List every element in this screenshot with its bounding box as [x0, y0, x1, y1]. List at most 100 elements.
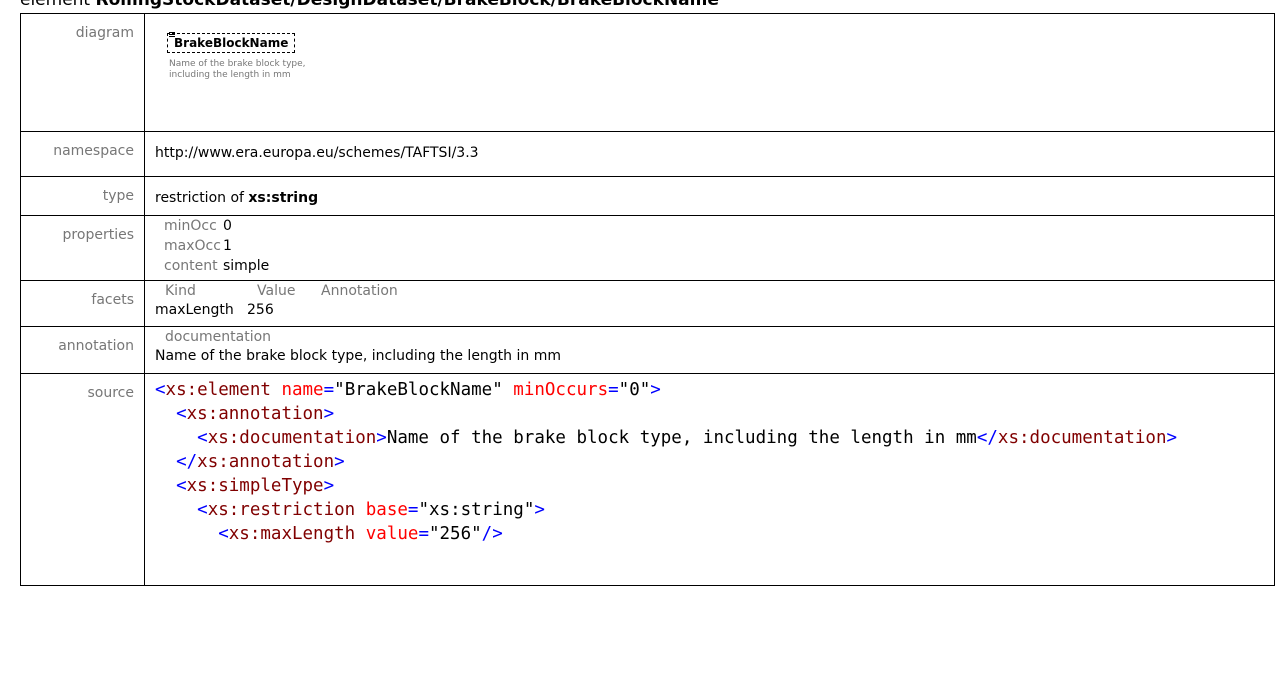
source-token: < [176, 476, 187, 496]
source-line: <xs:simpleType> [155, 476, 334, 496]
source-token: xs:annotation [186, 404, 324, 424]
source-token: < [176, 404, 187, 424]
source-token: xs:documentation [997, 428, 1167, 448]
facet-value: 256 [247, 302, 274, 318]
source-token [155, 476, 176, 496]
source-token: xs:documentation [207, 428, 377, 448]
source-code: <xs:element name="BrakeBlockName" minOcc… [155, 374, 1274, 546]
diagram-cell: BrakeBlockName Name of the brake block t… [144, 13, 1275, 132]
source-token: base [365, 500, 408, 520]
annotation-label: annotation [20, 326, 145, 374]
source-token [355, 524, 366, 544]
source-token [155, 404, 176, 424]
source-token: > [376, 428, 387, 448]
heading-path: RollingStockDataset/DesignDataset/BrakeB… [95, 0, 719, 10]
source-line: <xs:documentation>Name of the brake bloc… [155, 428, 1177, 448]
source-token: > [323, 404, 335, 424]
annotation-doc-label: documentation [165, 329, 272, 345]
property-item: content simple [155, 256, 1274, 276]
source-token: > [650, 380, 661, 400]
facet-row: maxLength 256 [155, 301, 1274, 320]
type-prefix: restriction of [155, 190, 244, 206]
source-token: minOccurs [513, 380, 609, 400]
property-key: maxOcc [164, 238, 221, 254]
page-heading: element RollingStockDataset/DesignDatase… [20, 0, 719, 11]
facets-header-value: Value [257, 283, 296, 299]
source-token: Name of the brake block type, including … [386, 428, 977, 448]
source-token: = [323, 380, 335, 400]
element-doc-icon [169, 32, 175, 40]
source-token: = [407, 500, 419, 520]
property-item: maxOcc 1 [155, 236, 1274, 256]
type-value: restriction of xs:string [155, 177, 1274, 208]
source-token: </ [976, 428, 998, 448]
namespace-row: namespace http://www.era.europa.eu/schem… [20, 131, 1275, 177]
source-line: <xs:annotation> [155, 404, 334, 424]
facets-label: facets [20, 280, 145, 327]
source-token: xs:annotation [197, 452, 335, 472]
namespace-label: namespace [20, 131, 145, 177]
annotation-cell: documentation Name of the brake block ty… [144, 326, 1275, 374]
properties-label: properties [20, 215, 145, 281]
source-token [503, 380, 514, 400]
source-token: < [197, 500, 208, 520]
type-base[interactable]: xs:string [248, 190, 318, 206]
diagram-label: diagram [20, 13, 145, 132]
property-key: minOcc [164, 218, 217, 234]
source-token: > [334, 452, 345, 472]
source-token: "xs:string" [418, 500, 535, 520]
type-row: type restriction of xs:string [20, 176, 1275, 216]
facets-row: facets Kind Value Annotation maxLength 256 [20, 280, 1275, 327]
source-line: <xs:restriction base="xs:string"> [155, 500, 545, 520]
source-token [155, 428, 197, 448]
source-token: > [534, 500, 545, 520]
source-line: </xs:annotation> [155, 452, 345, 472]
source-token: value [365, 524, 419, 544]
source-token: </ [176, 452, 198, 472]
source-line: <xs:maxLength value="256"/> [155, 524, 503, 544]
property-item: minOcc 0 [155, 216, 1274, 236]
source-token: name [281, 380, 324, 400]
source-token: xs:simpleType [186, 476, 324, 496]
annotation-doc-text: Name of the brake block type, including … [155, 348, 561, 364]
source-token [355, 500, 366, 520]
diagram-row: diagram BrakeBlockName Name of the brake… [20, 13, 1275, 132]
namespace-value: http://www.era.europa.eu/schemes/TAFTSI/… [155, 145, 479, 161]
source-token [155, 524, 218, 544]
source-token: = [608, 380, 619, 400]
facet-kind: maxLength [155, 302, 234, 318]
source-cell: <xs:element name="BrakeBlockName" minOcc… [144, 373, 1275, 586]
source-token: "0" [618, 380, 651, 400]
facets-header-kind: Kind [165, 283, 196, 299]
properties-row: properties minOcc 0 maxOcc 1 content simple [20, 215, 1275, 281]
diagram-element-box[interactable]: BrakeBlockName [167, 32, 296, 53]
property-value: simple [223, 258, 270, 274]
annotation-row: annotation documentation Name of the bra… [20, 326, 1275, 374]
source-row: source <xs:element name="BrakeBlockName"… [20, 373, 1275, 586]
source-token: < [218, 524, 229, 544]
facets-header: Kind Value Annotation [155, 281, 1274, 301]
source-token [155, 452, 176, 472]
heading-prefix: element [20, 0, 91, 10]
property-value: 0 [223, 218, 232, 234]
element-doc-table: diagram BrakeBlockName Name of the brake… [20, 13, 1275, 586]
source-label: source [20, 373, 145, 586]
source-token: xs:restriction [207, 500, 356, 520]
properties-cell: minOcc 0 maxOcc 1 content simple [144, 215, 1275, 281]
property-key: content [164, 258, 218, 274]
facets-header-annotation: Annotation [321, 283, 398, 299]
source-line: <xs:element name="BrakeBlockName" minOcc… [155, 380, 661, 400]
source-token: "BrakeBlockName" [334, 380, 503, 400]
source-token: xs:element [165, 380, 271, 400]
facets-cell: Kind Value Annotation maxLength 256 [144, 280, 1275, 327]
source-token [155, 500, 197, 520]
diagram-documentation: Name of the brake block type, including … [169, 59, 306, 80]
source-token: < [155, 380, 166, 400]
source-token [271, 380, 282, 400]
type-label: type [20, 176, 145, 216]
source-token: > [323, 476, 335, 496]
source-token: < [197, 428, 208, 448]
source-token: /> [481, 524, 503, 544]
source-token: xs:maxLength [228, 524, 356, 544]
diagram-element-name: BrakeBlockName [174, 36, 289, 50]
